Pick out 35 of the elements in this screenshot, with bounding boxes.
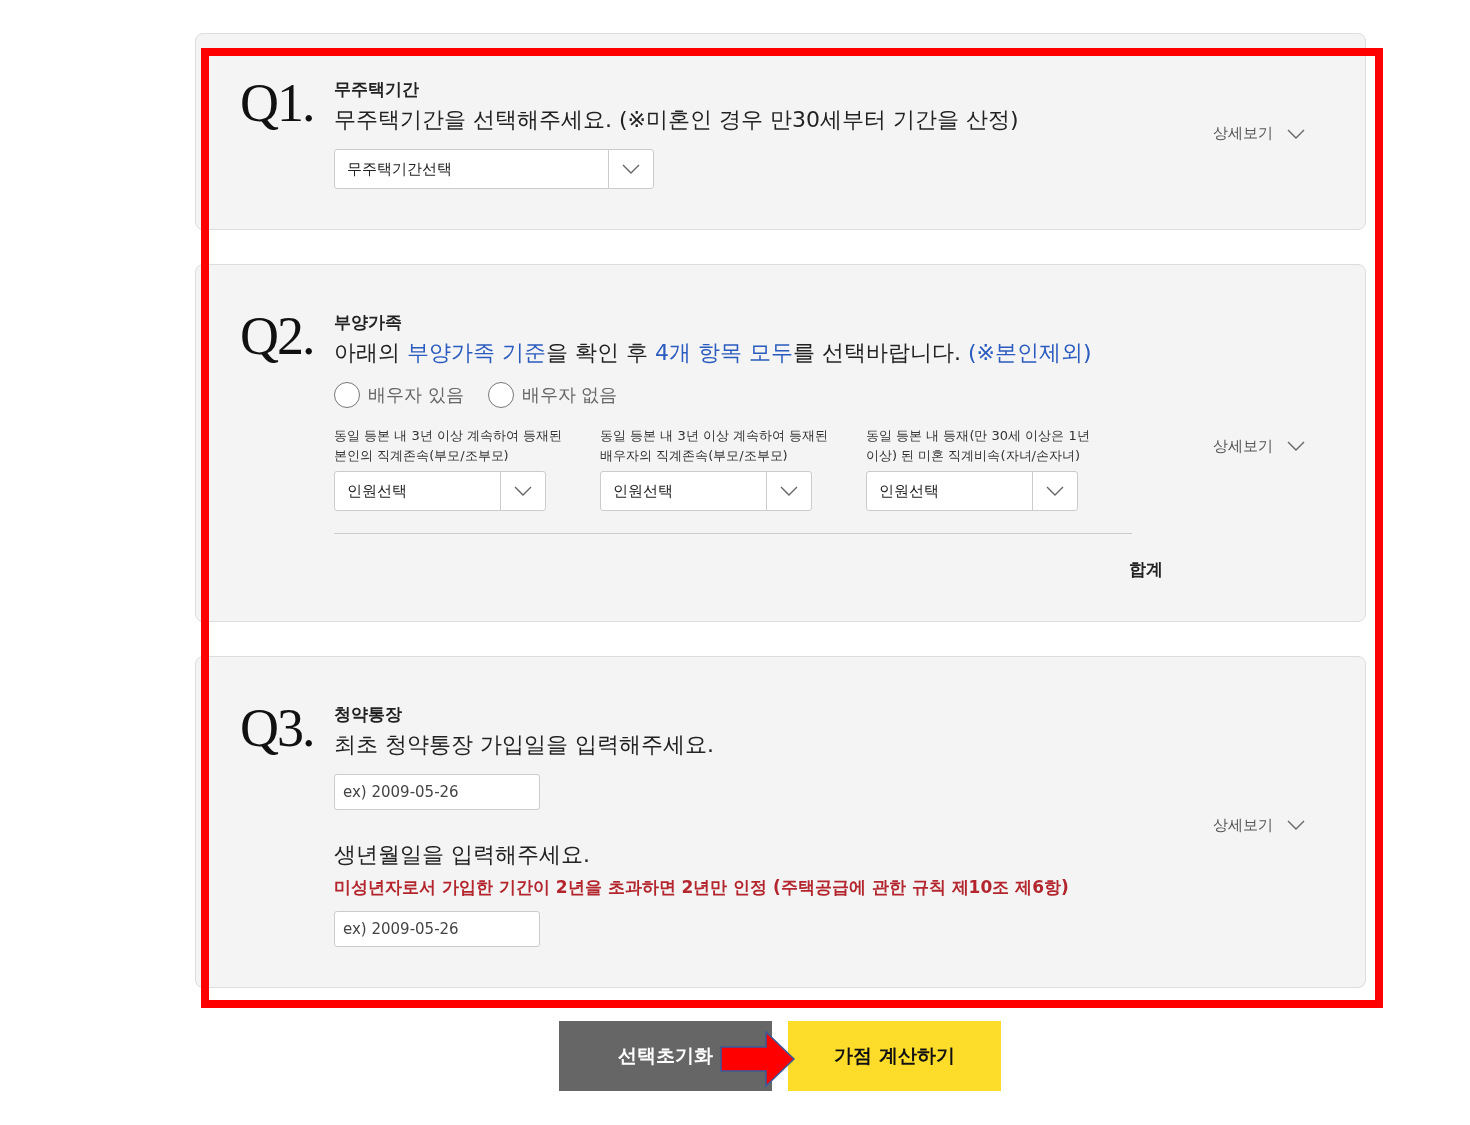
field-label: 동일 등본 내 3년 이상 계속하여 등재된 배우자의 직계존속(부모/조부모) [600,427,830,465]
question-title: 무주택기간 [334,78,420,101]
details-toggle[interactable]: 상세보기 [1213,436,1305,456]
question-prompt: 생년월일을 입력해주세요. [334,841,591,869]
chevron-down-icon [514,486,532,496]
dropdown-select[interactable]: 인원선택 [600,471,812,511]
calculate-button[interactable]: 가점 계산하기 [788,1021,1001,1091]
details-toggle[interactable]: 상세보기 [1213,815,1305,835]
chevron-down-icon [780,486,798,496]
chevron-down-icon [622,164,640,174]
reset-button[interactable]: 선택초기화 [559,1021,772,1091]
date-input[interactable]: ex) 2009-05-26 [334,911,540,947]
details-toggle[interactable]: 상세보기 [1213,124,1305,143]
field-label: 동일 등본 내 등재(만 30세 이상은 1년 이상) 된 미혼 직계비속(자녀/손자녀) [866,427,1091,465]
question-title: 청약통장 [334,703,403,726]
question-number: Q3. [240,697,315,759]
chevron-down-icon [1287,128,1305,139]
radio-option[interactable]: 배우자 있음 [334,382,464,408]
date-input[interactable]: ex) 2009-05-26 [334,774,540,810]
question-prompt: 최초 청약통장 가입일을 입력해주세요. [334,731,715,759]
question-number: Q1. [240,72,315,134]
question-number: Q2. [240,305,315,367]
dropdown-select[interactable]: 인원선택 [334,471,546,511]
chevron-down-icon [1287,820,1305,830]
warning-note: 미성년자로서 가입한 기간이 2년을 초과하면 2년만 인정 (주택공급에 관한 규칙 제10조 제6항) [334,876,1070,899]
chevron-down-icon [1046,486,1064,496]
total-label: 합계 [1129,558,1163,581]
question-prompt: 아래의 부양가족 기준을 확인 후 4개 항목 모두를 선택바랍니다. (※본인제외) [334,339,1093,367]
radio-option[interactable]: 배우자 없음 [487,382,618,408]
question-title: 부양가족 [334,311,403,334]
field-label: 동일 등본 내 3년 이상 계속하여 등재된 본인의 직계존속(부모/조부모) [334,427,564,465]
dropdown-select[interactable]: 인원선택 [866,471,1078,511]
chevron-down-icon [1287,441,1305,451]
dropdown-select[interactable]: 무주택기간선택 [334,149,654,189]
question-prompt: 무주택기간을 선택해주세요. (※미혼인 경우 만30세부터 기간을 산정) [334,106,1020,134]
